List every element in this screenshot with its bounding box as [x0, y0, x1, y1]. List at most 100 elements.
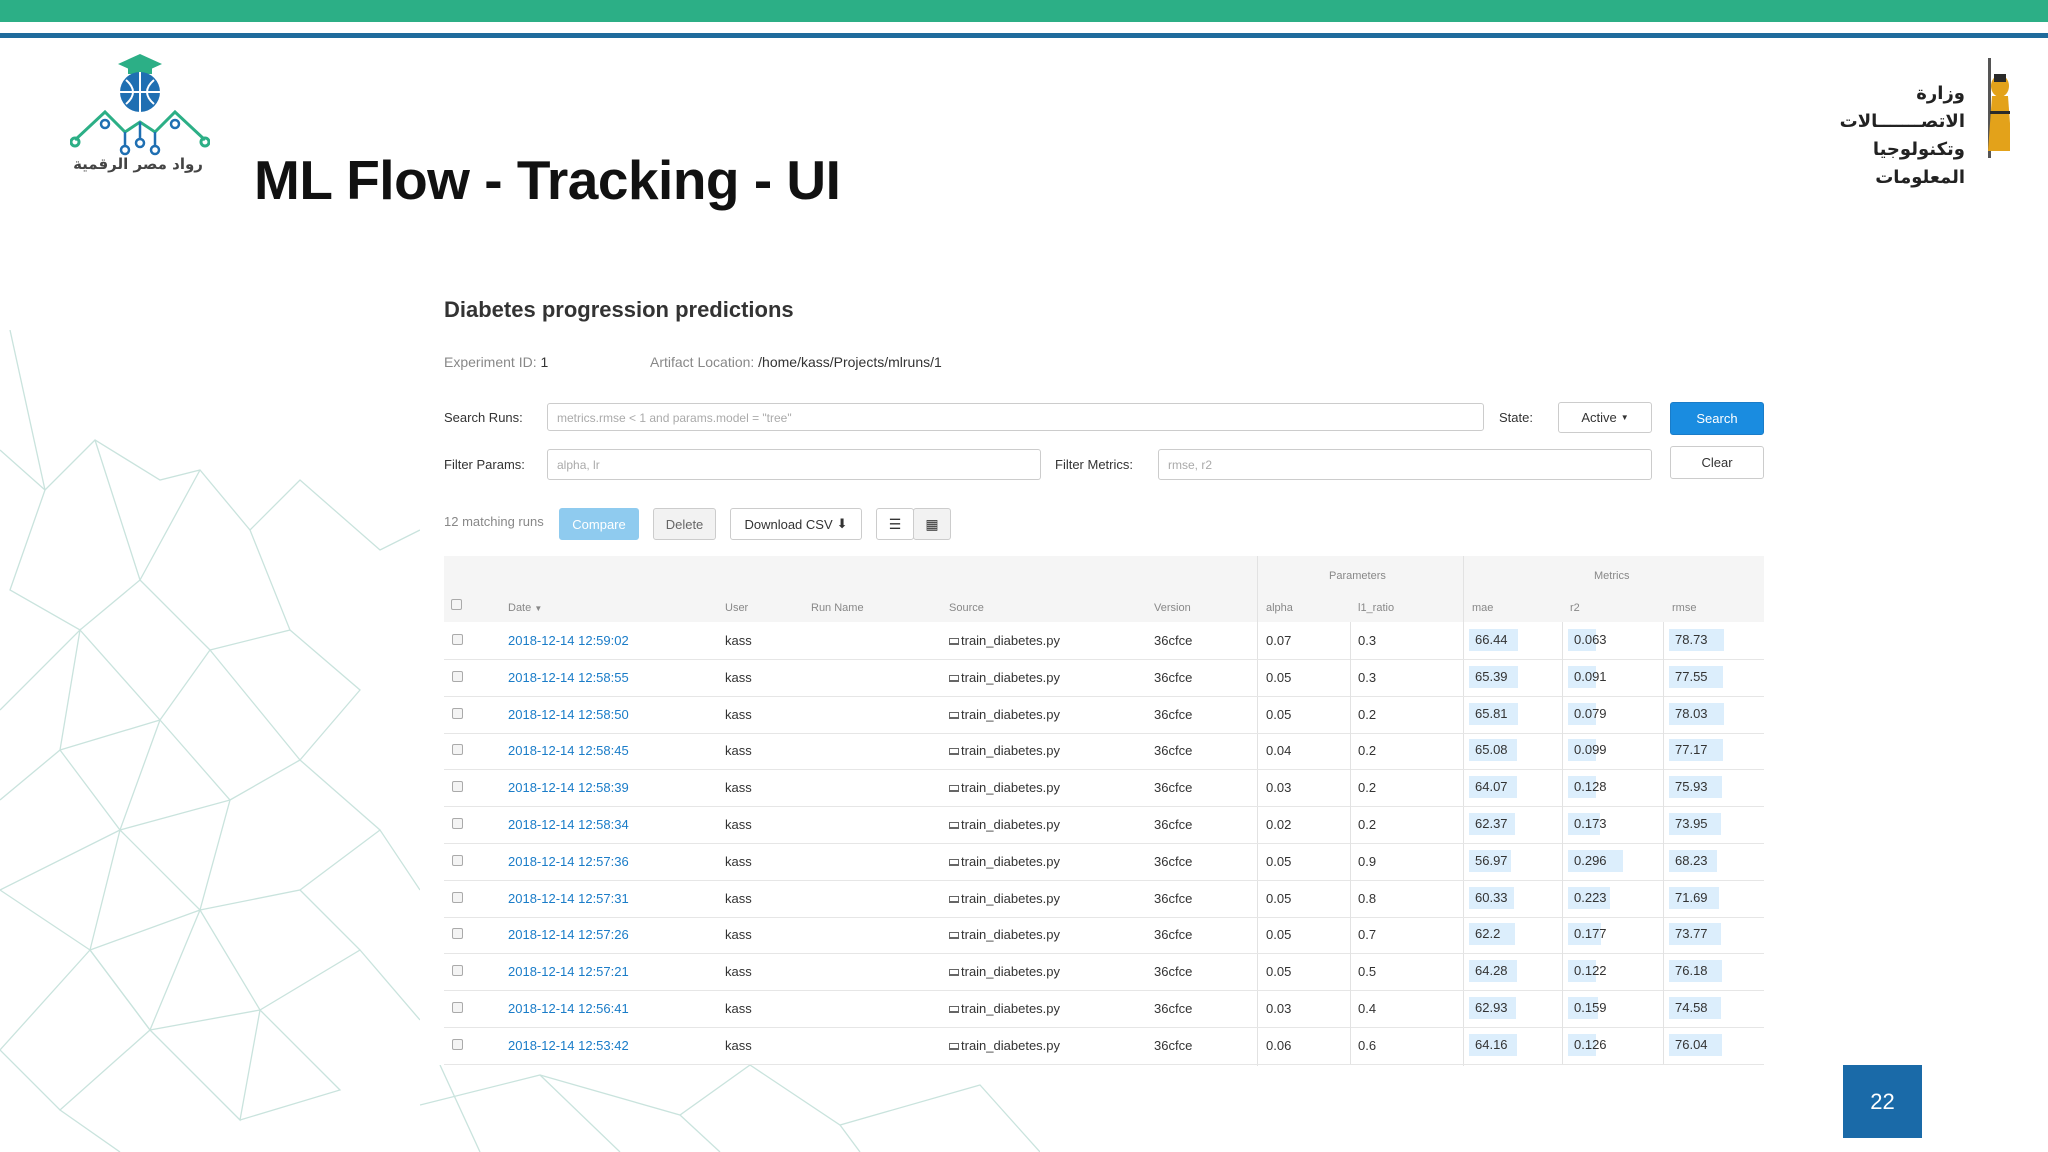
run-date-link[interactable]: 2018-12-14 12:57:31	[508, 891, 629, 906]
row-checkbox[interactable]	[452, 1038, 463, 1050]
metric-rmse: 76.04	[1669, 1033, 1723, 1056]
metric-mae-value: 64.07	[1475, 779, 1508, 795]
metric-r2: 0.177	[1568, 923, 1607, 946]
metric-mae: 60.33	[1469, 886, 1514, 909]
metric-rmse-value: 76.18	[1675, 963, 1708, 979]
run-date-link[interactable]: 2018-12-14 12:58:50	[508, 707, 629, 722]
column-divider	[1663, 732, 1664, 770]
column-divider	[1663, 1026, 1664, 1064]
header-r2[interactable]: r2	[1570, 602, 1580, 614]
table-row: 2018-12-14 12:53:42 kass train_diabetes.py…	[444, 1026, 1764, 1065]
row-checkbox[interactable]	[452, 891, 463, 903]
clear-button[interactable]: Clear	[1670, 446, 1764, 479]
run-source[interactable]: train_diabetes.py	[949, 1001, 1060, 1016]
run-date-link[interactable]: 2018-12-14 12:57:21	[508, 964, 629, 979]
header-date[interactable]: Date ▼	[508, 602, 542, 614]
laptop-icon	[949, 858, 959, 866]
row-checkbox[interactable]	[452, 707, 463, 719]
filter-params-input[interactable]: alpha, lr	[547, 449, 1041, 480]
param-l1-ratio: 0.3	[1358, 633, 1377, 648]
param-l1-ratio: 0.2	[1358, 706, 1377, 722]
compare-button[interactable]: Compare	[559, 508, 639, 540]
run-date-link[interactable]: 2018-12-14 12:58:45	[508, 743, 629, 758]
param-alpha: 0.03	[1266, 1001, 1292, 1016]
run-version: 36cfce	[1154, 1037, 1193, 1053]
run-source[interactable]: train_diabetes.py	[949, 780, 1060, 795]
metric-rmse: 68.23	[1669, 849, 1717, 872]
column-divider	[1562, 1026, 1563, 1064]
column-divider	[1663, 953, 1664, 991]
header-l1-ratio[interactable]: l1_ratio	[1358, 602, 1394, 614]
column-divider	[1562, 769, 1563, 807]
run-date-link[interactable]: 2018-12-14 12:58:39	[508, 780, 629, 795]
table-row: 2018-12-14 12:57:26 kass train_diabetes.py…	[444, 916, 1764, 955]
run-source[interactable]: train_diabetes.py	[949, 670, 1060, 685]
run-source-label: train_diabetes.py	[961, 1001, 1061, 1016]
column-divider	[1663, 622, 1664, 659]
header-user[interactable]: User	[725, 602, 748, 614]
row-checkbox[interactable]	[452, 670, 463, 682]
run-source[interactable]: train_diabetes.py	[949, 891, 1060, 906]
run-source[interactable]: train_diabetes.py	[949, 964, 1060, 979]
run-source[interactable]: train_diabetes.py	[949, 927, 1060, 942]
search-runs-input[interactable]: metrics.rmse < 1 and params.model = "tre…	[547, 403, 1484, 431]
column-divider	[1350, 732, 1351, 770]
filter-metrics-input[interactable]: rmse, r2	[1158, 449, 1652, 480]
run-source[interactable]: train_diabetes.py	[949, 633, 1060, 648]
column-divider	[1562, 990, 1563, 1027]
row-checkbox[interactable]	[452, 1002, 463, 1013]
run-source-label: train_diabetes.py	[961, 1037, 1061, 1053]
table-header	[444, 556, 1764, 622]
metric-rmse: 74.58	[1669, 997, 1722, 1019]
run-user: kass	[725, 743, 752, 759]
run-date-link[interactable]: 2018-12-14 12:56:41	[508, 1001, 629, 1016]
param-alpha: 0.05	[1266, 706, 1292, 722]
row-checkbox[interactable]	[452, 818, 463, 829]
param-l1-ratio: 0.9	[1358, 853, 1377, 869]
run-date-link[interactable]: 2018-12-14 12:59:02	[508, 633, 629, 648]
run-source[interactable]: train_diabetes.py	[949, 854, 1060, 869]
run-source[interactable]: train_diabetes.py	[949, 817, 1060, 832]
metric-rmse-value: 77.17	[1675, 742, 1708, 758]
state-dropdown[interactable]: Active ▼	[1558, 402, 1652, 433]
run-source[interactable]: train_diabetes.py	[949, 1038, 1060, 1053]
row-checkbox[interactable]	[452, 854, 463, 866]
column-divider	[1663, 990, 1664, 1027]
row-checkbox[interactable]	[452, 634, 463, 645]
run-date-link[interactable]: 2018-12-14 12:53:42	[508, 1038, 629, 1053]
run-source[interactable]: train_diabetes.py	[949, 707, 1060, 722]
header-version[interactable]: Version	[1154, 602, 1191, 614]
run-date-link[interactable]: 2018-12-14 12:57:36	[508, 854, 629, 869]
row-checkbox[interactable]	[452, 744, 463, 756]
param-alpha: 0.07	[1266, 633, 1292, 648]
run-date-link[interactable]: 2018-12-14 12:58:55	[508, 670, 629, 685]
run-source[interactable]: train_diabetes.py	[949, 743, 1060, 758]
row-checkbox[interactable]	[452, 965, 463, 977]
header-source[interactable]: Source	[949, 602, 984, 614]
header-run-name[interactable]: Run Name	[811, 602, 864, 614]
header-mae[interactable]: mae	[1472, 602, 1493, 614]
search-button[interactable]: Search	[1670, 402, 1764, 435]
header-alpha[interactable]: alpha	[1266, 602, 1293, 614]
experiment-id-value: 1	[540, 354, 549, 370]
row-checkbox[interactable]	[452, 781, 463, 793]
column-divider	[1350, 622, 1351, 659]
column-divider	[1663, 695, 1664, 733]
run-version: 36cfce	[1154, 780, 1193, 796]
row-checkbox[interactable]	[452, 928, 463, 940]
select-all-checkbox[interactable]	[451, 599, 462, 610]
mlflow-experiment-view: Diabetes progression predictions Experim…	[430, 282, 1770, 1066]
column-divider	[1350, 1026, 1351, 1064]
metric-rmse: 78.03	[1669, 702, 1724, 725]
column-divider	[1562, 916, 1563, 954]
header-rmse[interactable]: rmse	[1672, 602, 1696, 614]
download-csv-button[interactable]: Download CSV ⬇	[730, 508, 862, 540]
metric-rmse-value: 74.58	[1675, 1000, 1708, 1015]
table-view-button[interactable]: ▦	[913, 508, 951, 540]
list-view-button[interactable]: ☰	[876, 508, 914, 540]
run-date-link[interactable]: 2018-12-14 12:57:26	[508, 927, 629, 942]
laptop-icon	[949, 748, 959, 756]
run-date-link[interactable]: 2018-12-14 12:58:34	[508, 817, 629, 832]
header-date-label: Date	[508, 602, 532, 614]
delete-button[interactable]: Delete	[653, 508, 716, 540]
